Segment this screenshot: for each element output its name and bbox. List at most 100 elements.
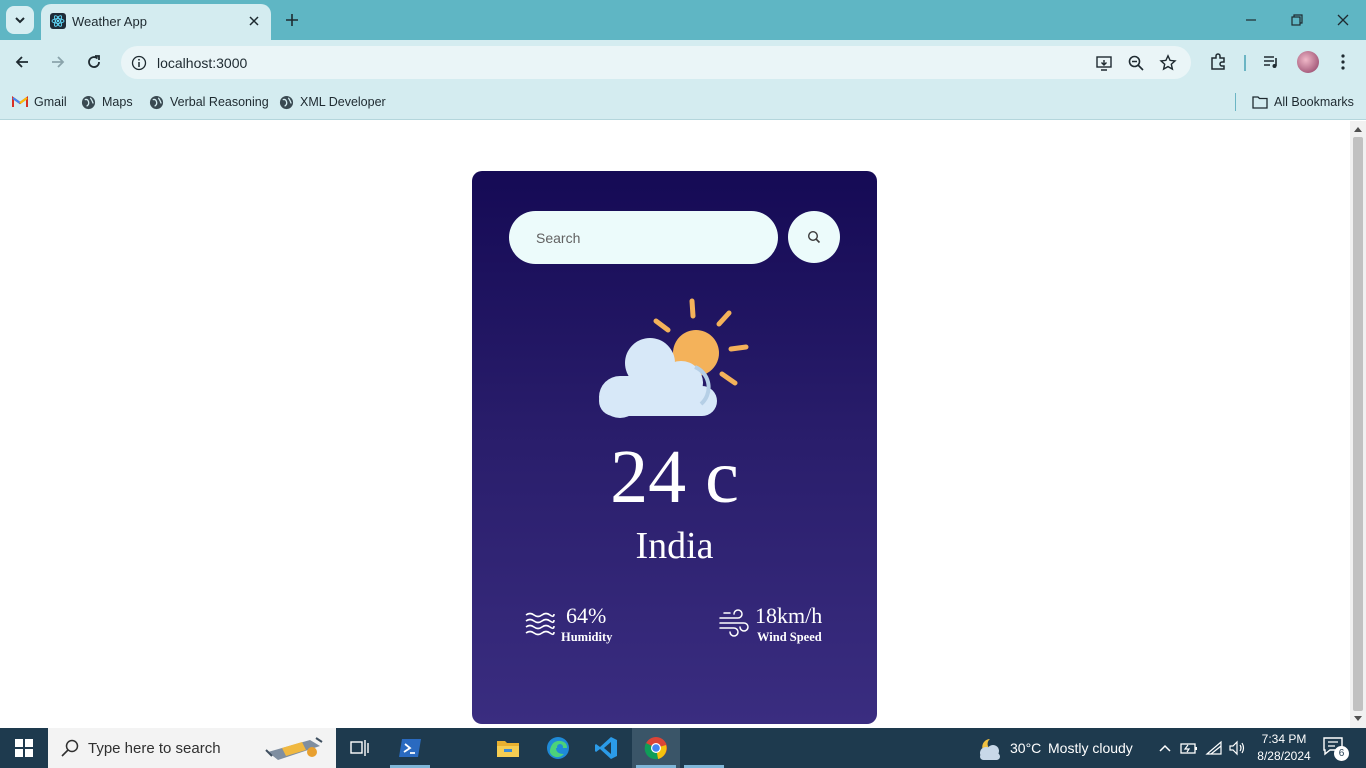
partly-cloudy-icon	[599, 298, 749, 418]
taskbar-vscode[interactable]	[582, 728, 630, 768]
bookmarks-bar: Gmail Maps Verbal Reasoning XML Develope…	[0, 85, 1366, 120]
task-view-icon	[350, 740, 369, 756]
forward-button[interactable]	[46, 50, 70, 74]
restore-button[interactable]	[1285, 8, 1309, 32]
wind-icon	[719, 609, 749, 637]
url-text: localhost:3000	[157, 55, 248, 71]
minimize-button[interactable]	[1239, 8, 1263, 32]
tray-temperature[interactable]: 30°C	[1010, 740, 1041, 756]
tab-search-button[interactable]	[6, 6, 34, 34]
wind-speed-label: Wind Speed	[757, 630, 822, 644]
wind-speed-value: 18km/h	[755, 603, 823, 628]
humidity-label: Humidity	[561, 630, 613, 644]
bookmark-label: Verbal Reasoning	[170, 95, 269, 109]
bookmark-gmail[interactable]: Gmail	[12, 92, 67, 112]
powershell-icon	[399, 739, 421, 757]
reload-button[interactable]	[82, 50, 106, 74]
reload-icon	[88, 55, 100, 68]
scroll-thumb[interactable]	[1353, 137, 1363, 711]
browser-menu-icon[interactable]	[1332, 51, 1354, 73]
zoom-icon[interactable]	[1125, 52, 1147, 74]
all-bookmarks-label: All Bookmarks	[1274, 95, 1354, 109]
battery-icon[interactable]	[1179, 738, 1199, 758]
temperature: 24 c	[610, 435, 739, 519]
back-button[interactable]	[10, 50, 34, 74]
scroll-up-icon[interactable]	[1354, 125, 1362, 133]
media-control-icon[interactable]	[1260, 51, 1282, 73]
page-viewport: 24 c India 64% Humidity	[0, 121, 1366, 728]
folder-icon	[1252, 96, 1268, 109]
city-name: India	[635, 525, 714, 567]
new-tab-button[interactable]	[280, 8, 304, 32]
arrow-left-icon	[15, 56, 28, 68]
plus-icon	[286, 14, 298, 26]
edge-icon	[547, 737, 569, 759]
bookmarks-divider	[1235, 93, 1236, 111]
tab-weather-app[interactable]: Weather App	[41, 4, 271, 40]
clock-time: 7:34 PM	[1261, 732, 1307, 746]
globe-icon	[81, 95, 96, 109]
bookmark-xml-developer[interactable]: XML Developer	[279, 92, 386, 112]
volume-icon[interactable]	[1227, 738, 1247, 758]
clock-date: 8/28/2024	[1257, 749, 1311, 763]
taskbar-clock[interactable]: 7:34 PM 8/28/2024	[1252, 731, 1316, 765]
bookmark-maps[interactable]: Maps	[81, 92, 133, 112]
chrome-icon	[644, 737, 667, 760]
chevron-up-icon[interactable]	[1155, 738, 1175, 758]
arrow-right-icon	[52, 56, 65, 68]
close-icon[interactable]	[246, 13, 262, 29]
notification-center-button[interactable]: 6	[1322, 736, 1349, 761]
taskbar-file-explorer[interactable]	[484, 728, 532, 768]
gmail-icon	[12, 96, 28, 107]
extensions-icon[interactable]	[1207, 51, 1229, 73]
humidity-value: 64%	[566, 603, 607, 628]
search-icon	[807, 230, 821, 244]
taskbar-powershell[interactable]	[386, 728, 434, 768]
taskbar-search-box[interactable]: Type here to search	[48, 728, 336, 768]
close-window-button[interactable]	[1331, 8, 1355, 32]
search-button[interactable]	[788, 211, 840, 263]
wind-speed-stat: 18km/h Wind Speed	[718, 603, 848, 649]
search-input[interactable]	[509, 211, 778, 264]
close-icon	[1337, 14, 1349, 26]
globe-icon	[279, 95, 294, 109]
vscode-icon	[595, 737, 617, 759]
address-bar[interactable]: localhost:3000	[121, 46, 1191, 79]
start-button[interactable]	[0, 728, 48, 768]
file-explorer-icon	[497, 741, 519, 757]
taskbar-running-app[interactable]	[680, 728, 728, 768]
react-icon	[50, 13, 66, 29]
search-icon	[61, 739, 79, 757]
all-bookmarks-button[interactable]: All Bookmarks	[1252, 92, 1354, 112]
taskbar-edge[interactable]	[534, 728, 582, 768]
tray-weather-description[interactable]: Mostly cloudy	[1048, 740, 1133, 756]
bookmark-star-icon[interactable]	[1157, 52, 1179, 74]
wifi-icon[interactable]	[1204, 738, 1224, 758]
taskbar-chrome[interactable]	[632, 728, 680, 768]
browser-tab-strip: Weather App	[0, 0, 1366, 40]
notification-count: 6	[1334, 746, 1349, 761]
scroll-down-icon[interactable]	[1354, 715, 1362, 723]
weather-card: 24 c India 64% Humidity	[472, 171, 877, 724]
taskbar-task-view[interactable]	[336, 728, 384, 768]
restore-icon	[1291, 14, 1303, 26]
windows-taskbar: Type here to search 30°C Mostly cloudy 7…	[0, 728, 1366, 768]
minimize-icon	[1246, 19, 1256, 21]
humidity-waves-icon	[525, 612, 555, 636]
page-scrollbar[interactable]	[1350, 121, 1366, 728]
bookmark-label: XML Developer	[300, 95, 386, 109]
globe-icon	[149, 95, 164, 109]
install-app-icon[interactable]	[1093, 52, 1115, 74]
search-highlight-icon	[265, 737, 323, 760]
partly-cloudy-night-icon	[980, 739, 1000, 760]
toolbar-divider	[1244, 55, 1246, 71]
profile-avatar[interactable]	[1297, 51, 1319, 73]
chevron-down-icon	[15, 17, 25, 24]
bookmark-verbal-reasoning[interactable]: Verbal Reasoning	[149, 92, 269, 112]
site-info-icon[interactable]	[129, 53, 149, 73]
bookmark-label: Maps	[102, 95, 133, 109]
windows-logo-icon	[15, 739, 33, 757]
bookmark-label: Gmail	[34, 95, 67, 109]
browser-toolbar: localhost:3000	[0, 40, 1366, 85]
tab-title: Weather App	[72, 14, 147, 29]
